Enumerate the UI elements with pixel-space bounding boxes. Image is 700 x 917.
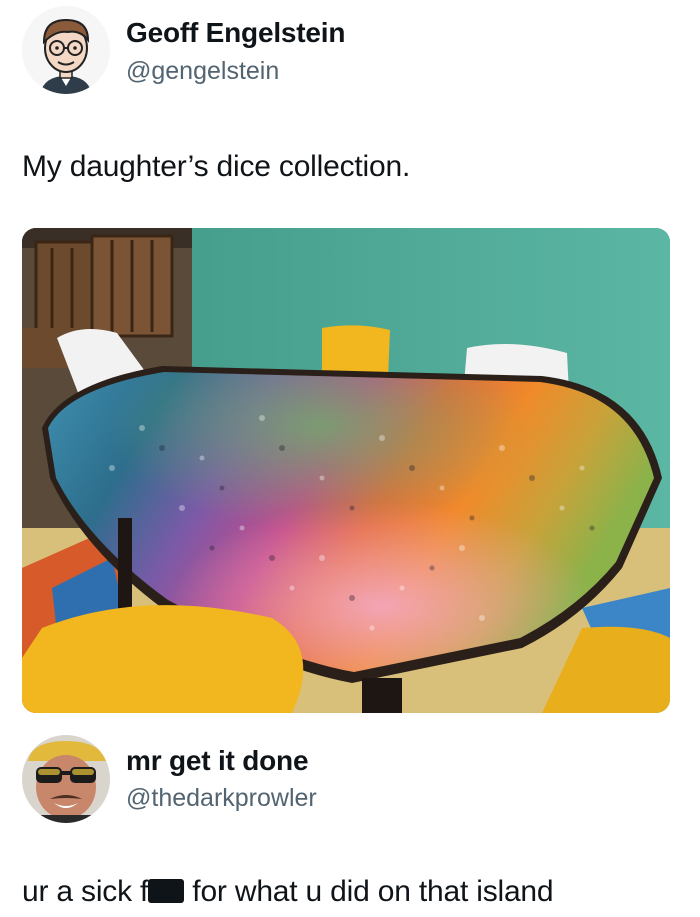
reply-text-start: ur a sick f: [22, 875, 149, 908]
sunglasses-man-avatar-icon: [22, 735, 110, 823]
tweet-text: My daughter’s dice collection.: [22, 150, 411, 183]
reply-author-avatar[interactable]: [22, 735, 110, 823]
censor-bar: [148, 879, 185, 903]
tweet-photo[interactable]: [22, 228, 670, 713]
reply-author-name[interactable]: mr get it done: [126, 745, 309, 777]
reply-text-end: for what u did on that island: [184, 875, 554, 908]
reply-author-handle[interactable]: @thedarkprowler: [126, 784, 317, 813]
author-handle[interactable]: @gengelstein: [126, 57, 279, 86]
reply-text: ur a sick f for what u did on that islan…: [22, 875, 554, 909]
author-name[interactable]: Geoff Engelstein: [126, 17, 345, 49]
cartoon-face-avatar-icon: [22, 6, 110, 94]
dice-collection-photo: [22, 228, 670, 713]
author-avatar[interactable]: [22, 6, 110, 94]
